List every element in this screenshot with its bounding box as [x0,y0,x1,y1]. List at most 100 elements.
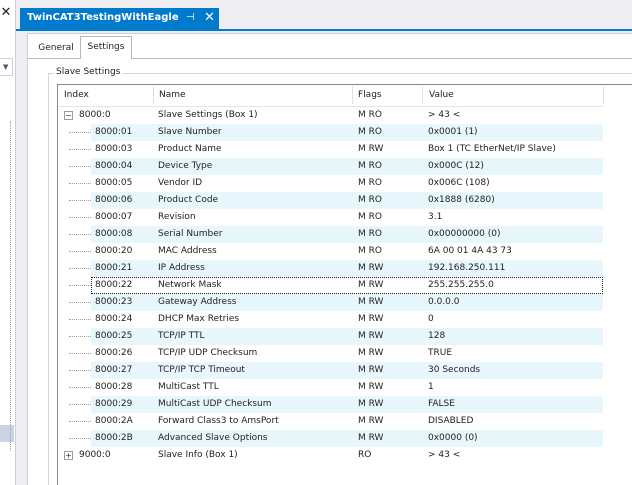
column-divider[interactable] [422,86,423,104]
close-icon[interactable]: ✕ [0,6,12,20]
cell-index: 8000:29 [95,399,133,409]
table-row[interactable]: 8000:28 MultiCast TTL M RW 1 [58,379,632,396]
cell-value: 0x1888 (6280) [428,195,495,205]
tab-strip-underline [16,29,632,31]
expand-icon[interactable]: + [64,451,73,460]
cell-flags: M RW [358,399,384,409]
column-header-value[interactable]: Value [429,84,454,106]
table-row[interactable]: 8000:21 IP Address M RW 192.168.250.111 [58,260,632,277]
close-icon[interactable]: ✕ [204,10,215,25]
cell-name: MultiCast TTL [158,382,219,392]
column-divider[interactable] [352,86,353,104]
table-row[interactable]: 8000:2A Forward Class3 to AmsPort M RW DISA… [58,413,632,430]
cell-flags: M RO [358,161,382,171]
tree-connector-tick [69,353,91,354]
table-row[interactable]: 8000:2B Advanced Slave Options M RW 0x0000 … [58,430,632,447]
cell-value: 3.1 [428,212,443,222]
document-tab[interactable]: TwinCAT3TestingWithEagle ⊣ ✕ [20,8,219,29]
column-divider[interactable] [153,86,154,104]
tree-connector [10,121,11,451]
cell-index: 8000:03 [95,144,133,154]
cell-flags: M RO [358,229,382,239]
table-row[interactable]: 8000:25 TCP/IP TTL M RW 128 [58,328,632,345]
cell-flags: M RW [358,416,384,426]
tree-connector-tick [69,370,91,371]
cell-value: DISABLED [428,416,474,426]
cell-index: 8000:07 [95,212,133,222]
tab-general[interactable]: General [34,41,78,57]
tree-group-row[interactable]: +9000:0 Slave Info (Box 1) RO > 43 < [58,447,632,464]
tree-group-row[interactable]: −8000:0 Slave Settings (Box 1) M RO > 43 < [58,107,632,124]
cell-value: 255.255.255.0 [428,280,494,290]
table-row[interactable]: 8000:07 Revision M RO 3.1 [58,209,632,226]
cell-value: FALSE [428,399,455,409]
table-row[interactable]: 8000:06 Product Code M RO 0x1888 (6280) [58,192,632,209]
cell-index: 8000:01 [95,127,133,137]
cell-name: Slave Number [158,127,222,137]
cell-value: 0x006C (108) [428,178,490,188]
cell-index: 8000:23 [95,297,133,307]
table-row[interactable]: 8000:20 MAC Address M RO 6A 00 01 4A 43 73 [58,243,632,260]
cell-flags: RO [358,450,372,460]
cell-name: Product Code [158,195,219,205]
cell-index: 8000:26 [95,348,133,358]
cell-name: Device Type [158,161,213,171]
cell-flags: M RO [358,246,382,256]
table-row[interactable]: 8000:26 TCP/IP UDP Checksum M RW TRUE [58,345,632,362]
column-header-index[interactable]: Index [64,84,89,106]
chevron-down-icon: ▼ [3,63,9,71]
cell-index: 8000:24 [95,314,133,324]
tree-connector-tick [69,234,91,235]
cell-flags: M RW [358,297,384,307]
cell-flags: M RO [358,195,382,205]
tree-connector-tick [69,200,91,201]
tree-connector-tick [69,336,91,337]
left-dropdown[interactable]: ▼ [0,58,13,76]
cell-name: TCP/IP UDP Checksum [158,348,258,358]
table-row[interactable]: 8000:24 DHCP Max Retries M RW 0 [58,311,632,328]
tree-connector-tick [69,268,91,269]
cell-name: Slave Info (Box 1) [158,450,238,460]
table-row[interactable]: 8000:22 Network Mask M RW 255.255.255.0 [58,277,632,294]
cell-value: 1 [428,382,434,392]
table-row[interactable]: 8000:01 Slave Number M RO 0x0001 (1) [58,124,632,141]
cell-value: 0x00000000 (0) [428,229,501,239]
cell-index: 8000:06 [95,195,133,205]
column-header-flags[interactable]: Flags [358,84,382,106]
cell-index: 8000:20 [95,246,133,256]
tab-settings[interactable]: Settings [80,36,132,59]
cell-index: 8000:22 [95,280,133,290]
left-selected-item[interactable] [0,425,14,442]
table-row[interactable]: 8000:23 Gateway Address M RW 0.0.0.0 [58,294,632,311]
cell-name: Serial Number [158,229,223,239]
tree-connector-tick [69,421,91,422]
cell-value: > 43 < [428,110,461,120]
collapse-icon[interactable]: − [64,111,73,120]
tree-connector-tick [69,217,91,218]
table-row[interactable]: 8000:08 Serial Number M RO 0x00000000 (0) [58,226,632,243]
cell-name: IP Address [158,263,205,273]
table-row[interactable]: 8000:05 Vendor ID M RO 0x006C (108) [58,175,632,192]
cell-name: Forward Class3 to AmsPort [158,416,279,426]
cell-value: 30 Seconds [428,365,481,375]
cell-name: TCP/IP TCP Timeout [158,365,245,375]
column-divider[interactable] [603,86,604,104]
cell-value: 6A 00 01 4A 43 73 [428,246,512,256]
column-header-name[interactable]: Name [159,84,186,106]
cell-index: 8000:28 [95,382,133,392]
table-row[interactable]: 8000:04 Device Type M RO 0x000C (12) [58,158,632,175]
cell-flags: M RW [358,433,384,443]
cell-name: Revision [158,212,196,222]
cell-flags: M RW [358,348,384,358]
cell-flags: M RO [358,127,382,137]
cell-name: Network Mask [158,280,222,290]
cell-value: 0 [428,314,434,324]
cell-flags: M RW [358,331,384,341]
table-row[interactable]: 8000:27 TCP/IP TCP Timeout M RW 30 Seconds [58,362,632,379]
cell-index: 8000:27 [95,365,133,375]
tree-connector-tick [69,302,91,303]
table-row[interactable]: 8000:03 Product Name M RW Box 1 (TC EtherNe… [58,141,632,158]
cell-name: MultiCast UDP Checksum [158,399,272,409]
pin-icon[interactable]: ⊣ [186,12,195,24]
table-row[interactable]: 8000:29 MultiCast UDP Checksum M RW FALSE [58,396,632,413]
